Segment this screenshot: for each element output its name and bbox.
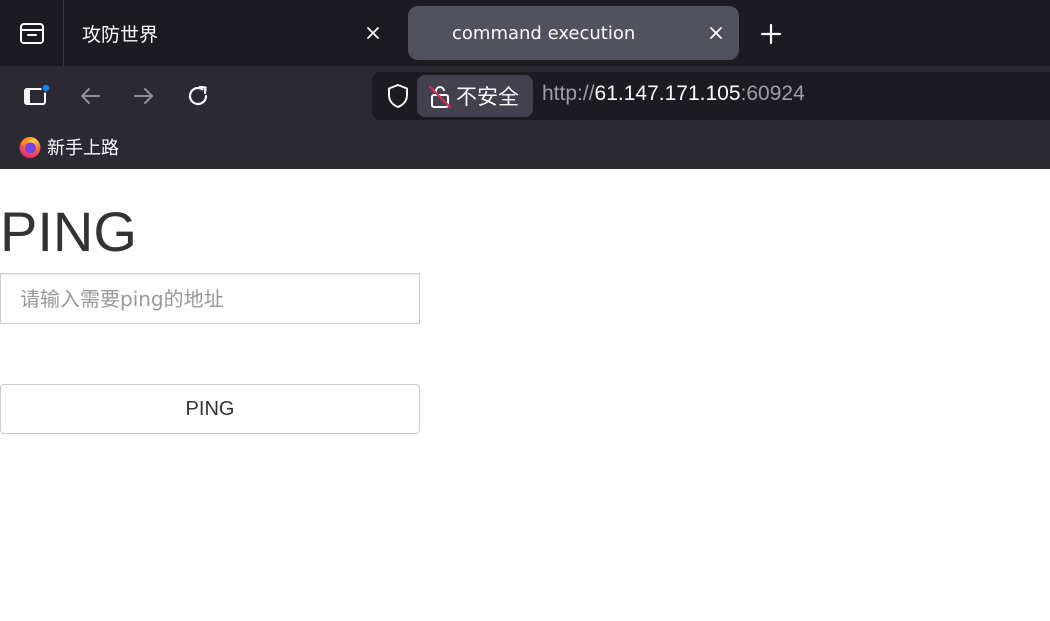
forward-arrow-icon [134, 88, 153, 104]
forward-button[interactable] [126, 78, 162, 114]
navigation-toolbar: 不安全 http://61.147.171.105:60924 [0, 66, 1050, 126]
site-security-chip[interactable]: 不安全 [417, 75, 533, 117]
tracking-protection-button[interactable] [382, 80, 414, 112]
tab-title: command execution [452, 22, 636, 44]
reload-button[interactable] [180, 78, 216, 114]
ping-button[interactable]: PING [0, 384, 420, 434]
sidebar-icon [24, 83, 51, 105]
page-content: PING PING [0, 169, 1050, 621]
url-text[interactable]: http://61.147.171.105:60924 [542, 82, 805, 106]
tab-close-button[interactable] [360, 20, 386, 46]
insecure-label: 不安全 [456, 85, 519, 109]
reload-icon [188, 85, 208, 106]
bookmarks-toolbar: 新手上路 [0, 126, 1050, 169]
bookmark-getting-started[interactable]: 新手上路 [18, 134, 119, 160]
tab-gongfang[interactable]: 攻防世界 [66, 6, 396, 60]
url-port: :60924 [740, 82, 805, 105]
url-scheme: http:// [542, 82, 595, 105]
tab-divider [63, 0, 64, 66]
tab-command-execution[interactable]: command execution [408, 6, 739, 60]
page-title: PING [0, 200, 137, 263]
firefox-icon [19, 137, 41, 158]
tab-strip: 攻防世界 command execution [0, 0, 1050, 66]
tab-title: 攻防世界 [82, 23, 159, 46]
bookmark-label: 新手上路 [47, 138, 119, 159]
url-bar[interactable]: 不安全 http://61.147.171.105:60924 [372, 72, 1050, 120]
sidebar-button[interactable] [18, 78, 54, 114]
ping-address-input[interactable] [0, 273, 420, 324]
tab-close-button[interactable] [703, 20, 729, 46]
back-arrow-icon [81, 88, 100, 104]
shield-icon [388, 84, 408, 108]
url-host: 61.147.171.105 [594, 82, 741, 105]
plus-icon [760, 23, 782, 45]
tab-list-icon [19, 23, 44, 44]
browser-window: 攻防世界 command execution 不安全 http://61.147… [0, 0, 1050, 621]
new-tab-button[interactable] [753, 16, 789, 52]
close-icon [710, 27, 722, 39]
close-icon [367, 27, 379, 39]
insecure-lock-icon [428, 85, 452, 109]
tab-list-button[interactable] [0, 0, 63, 66]
back-button[interactable] [72, 78, 108, 114]
